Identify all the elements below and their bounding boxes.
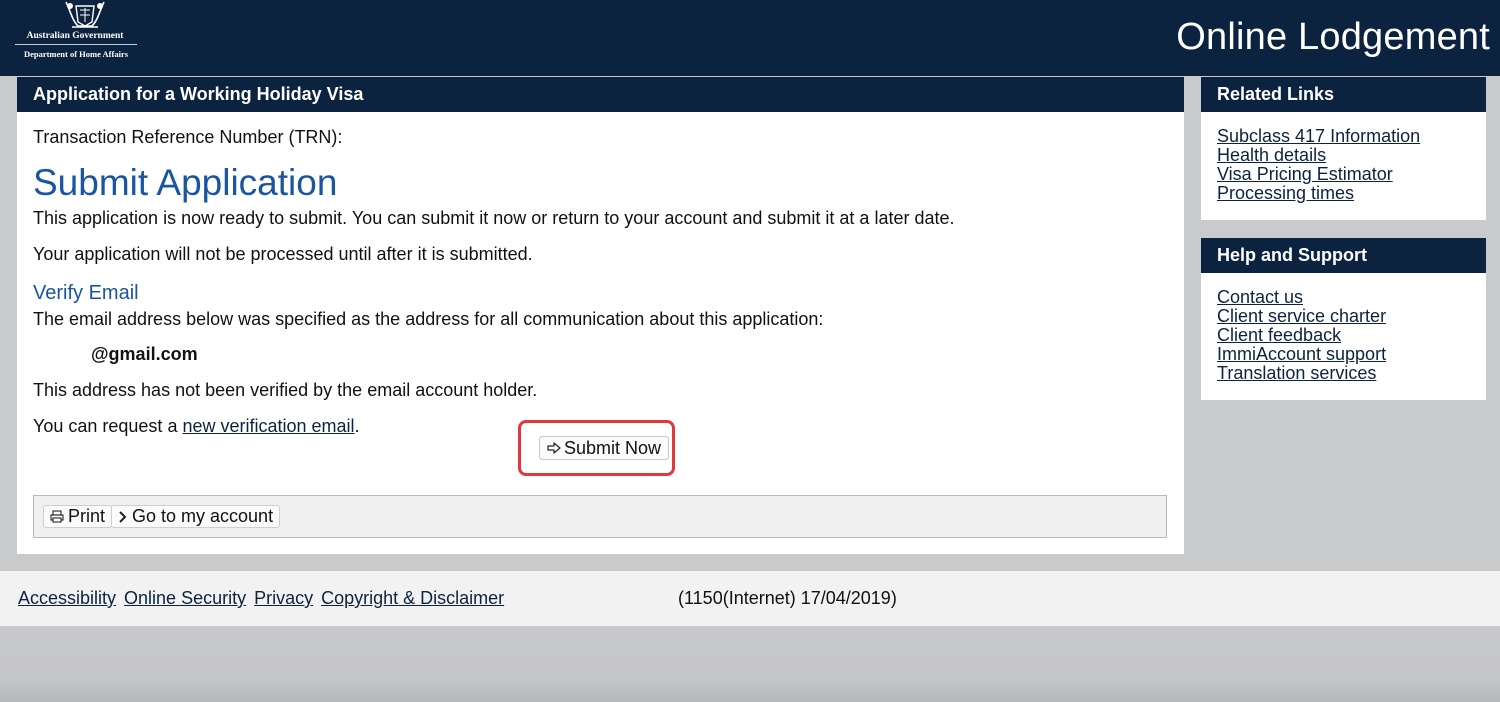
logo-line1: Australian Government <box>26 31 124 41</box>
request-verification-text: You can request a new verification email… <box>33 416 360 437</box>
main-panel-title: Application for a Working Holiday Visa <box>17 77 1184 112</box>
related-link-processing-times[interactable]: Processing times <box>1217 183 1354 203</box>
site-header: Australian Government Department of Home… <box>0 0 1500 76</box>
verify-email-text: The email address below was specified as… <box>33 309 824 329</box>
list-item: Client service charter <box>1217 307 1486 326</box>
list-item: Health details <box>1217 146 1486 165</box>
help-link-contact-us[interactable]: Contact us <box>1217 287 1303 307</box>
government-logo[interactable]: Australian Government Department of Home… <box>12 0 142 66</box>
submit-now-label: Submit Now <box>564 437 662 458</box>
print-button[interactable]: Print <box>43 505 113 528</box>
related-links-list: Subclass 417 Information Health details … <box>1201 112 1486 203</box>
related-links-panel: Related Links Subclass 417 Information H… <box>1201 77 1486 220</box>
new-verification-email-link[interactable]: new verification email <box>182 416 354 436</box>
not-processed-text: Your application will not be processed u… <box>33 244 533 264</box>
go-to-my-account-label: Go to my account <box>132 506 274 526</box>
go-to-my-account-button[interactable]: Go to my account <box>111 505 281 528</box>
help-link-translation[interactable]: Translation services <box>1217 363 1376 383</box>
related-link-health-details[interactable]: Health details <box>1217 145 1326 165</box>
page-heading: Submit Application <box>33 162 338 203</box>
print-label: Print <box>68 506 106 526</box>
help-support-list: Contact us Client service charter Client… <box>1201 273 1486 383</box>
related-link-subclass-417[interactable]: Subclass 417 Information <box>1217 126 1420 146</box>
footer-link-accessibility[interactable]: Accessibility <box>18 588 116 609</box>
list-item: ImmiAccount support <box>1217 345 1486 364</box>
chevron-right-icon <box>118 510 128 523</box>
version-info: (1150(Internet) 17/04/2019) <box>678 588 897 608</box>
help-support-panel: Help and Support Contact us Client servi… <box>1201 238 1486 400</box>
coat-of-arms-icon <box>65 1 105 28</box>
verify-email-heading: Verify Email <box>33 282 139 304</box>
action-bar: Print Go to my account <box>33 495 1167 538</box>
page: Australian Government Department of Home… <box>0 0 1500 702</box>
help-support-title: Help and Support <box>1201 238 1486 273</box>
request-prefix: You can request a <box>33 416 183 436</box>
main-panel: Application for a Working Holiday Visa T… <box>17 77 1184 554</box>
not-verified-text: This address has not been verified by th… <box>33 380 538 400</box>
request-suffix: . <box>354 416 360 436</box>
site-title: Online Lodgement <box>1176 16 1490 58</box>
list-item: Client feedback <box>1217 326 1486 345</box>
list-item: Translation services <box>1217 364 1486 383</box>
printer-icon <box>50 510 64 523</box>
ready-text: This application is now ready to submit.… <box>33 208 955 228</box>
email-address: @gmail.com <box>91 344 198 364</box>
submit-now-button[interactable]: Submit Now <box>539 436 670 460</box>
help-link-service-charter[interactable]: Client service charter <box>1217 306 1386 326</box>
trn-label: Transaction Reference Number (TRN): <box>33 127 343 147</box>
related-link-visa-pricing[interactable]: Visa Pricing Estimator <box>1217 164 1393 184</box>
help-link-client-feedback[interactable]: Client feedback <box>1217 325 1341 345</box>
list-item: Contact us <box>1217 288 1486 307</box>
list-item: Processing times <box>1217 184 1486 203</box>
list-item: Visa Pricing Estimator <box>1217 165 1486 184</box>
help-link-immiaccount-support[interactable]: ImmiAccount support <box>1217 344 1386 364</box>
logo-line2: Department of Home Affairs <box>23 49 129 59</box>
site-footer: Accessibility Online Security Privacy Co… <box>0 571 1500 626</box>
footer-link-online-security[interactable]: Online Security <box>124 588 246 609</box>
arrow-right-outline-icon <box>547 442 561 454</box>
window-bottom-area <box>0 626 1500 702</box>
related-links-title: Related Links <box>1201 77 1486 112</box>
footer-link-privacy[interactable]: Privacy <box>254 588 313 609</box>
footer-link-copyright[interactable]: Copyright & Disclaimer <box>321 588 504 609</box>
logo-divider <box>15 44 137 45</box>
list-item: Subclass 417 Information <box>1217 127 1486 146</box>
footer-links: Accessibility Online Security Privacy Co… <box>18 588 504 609</box>
